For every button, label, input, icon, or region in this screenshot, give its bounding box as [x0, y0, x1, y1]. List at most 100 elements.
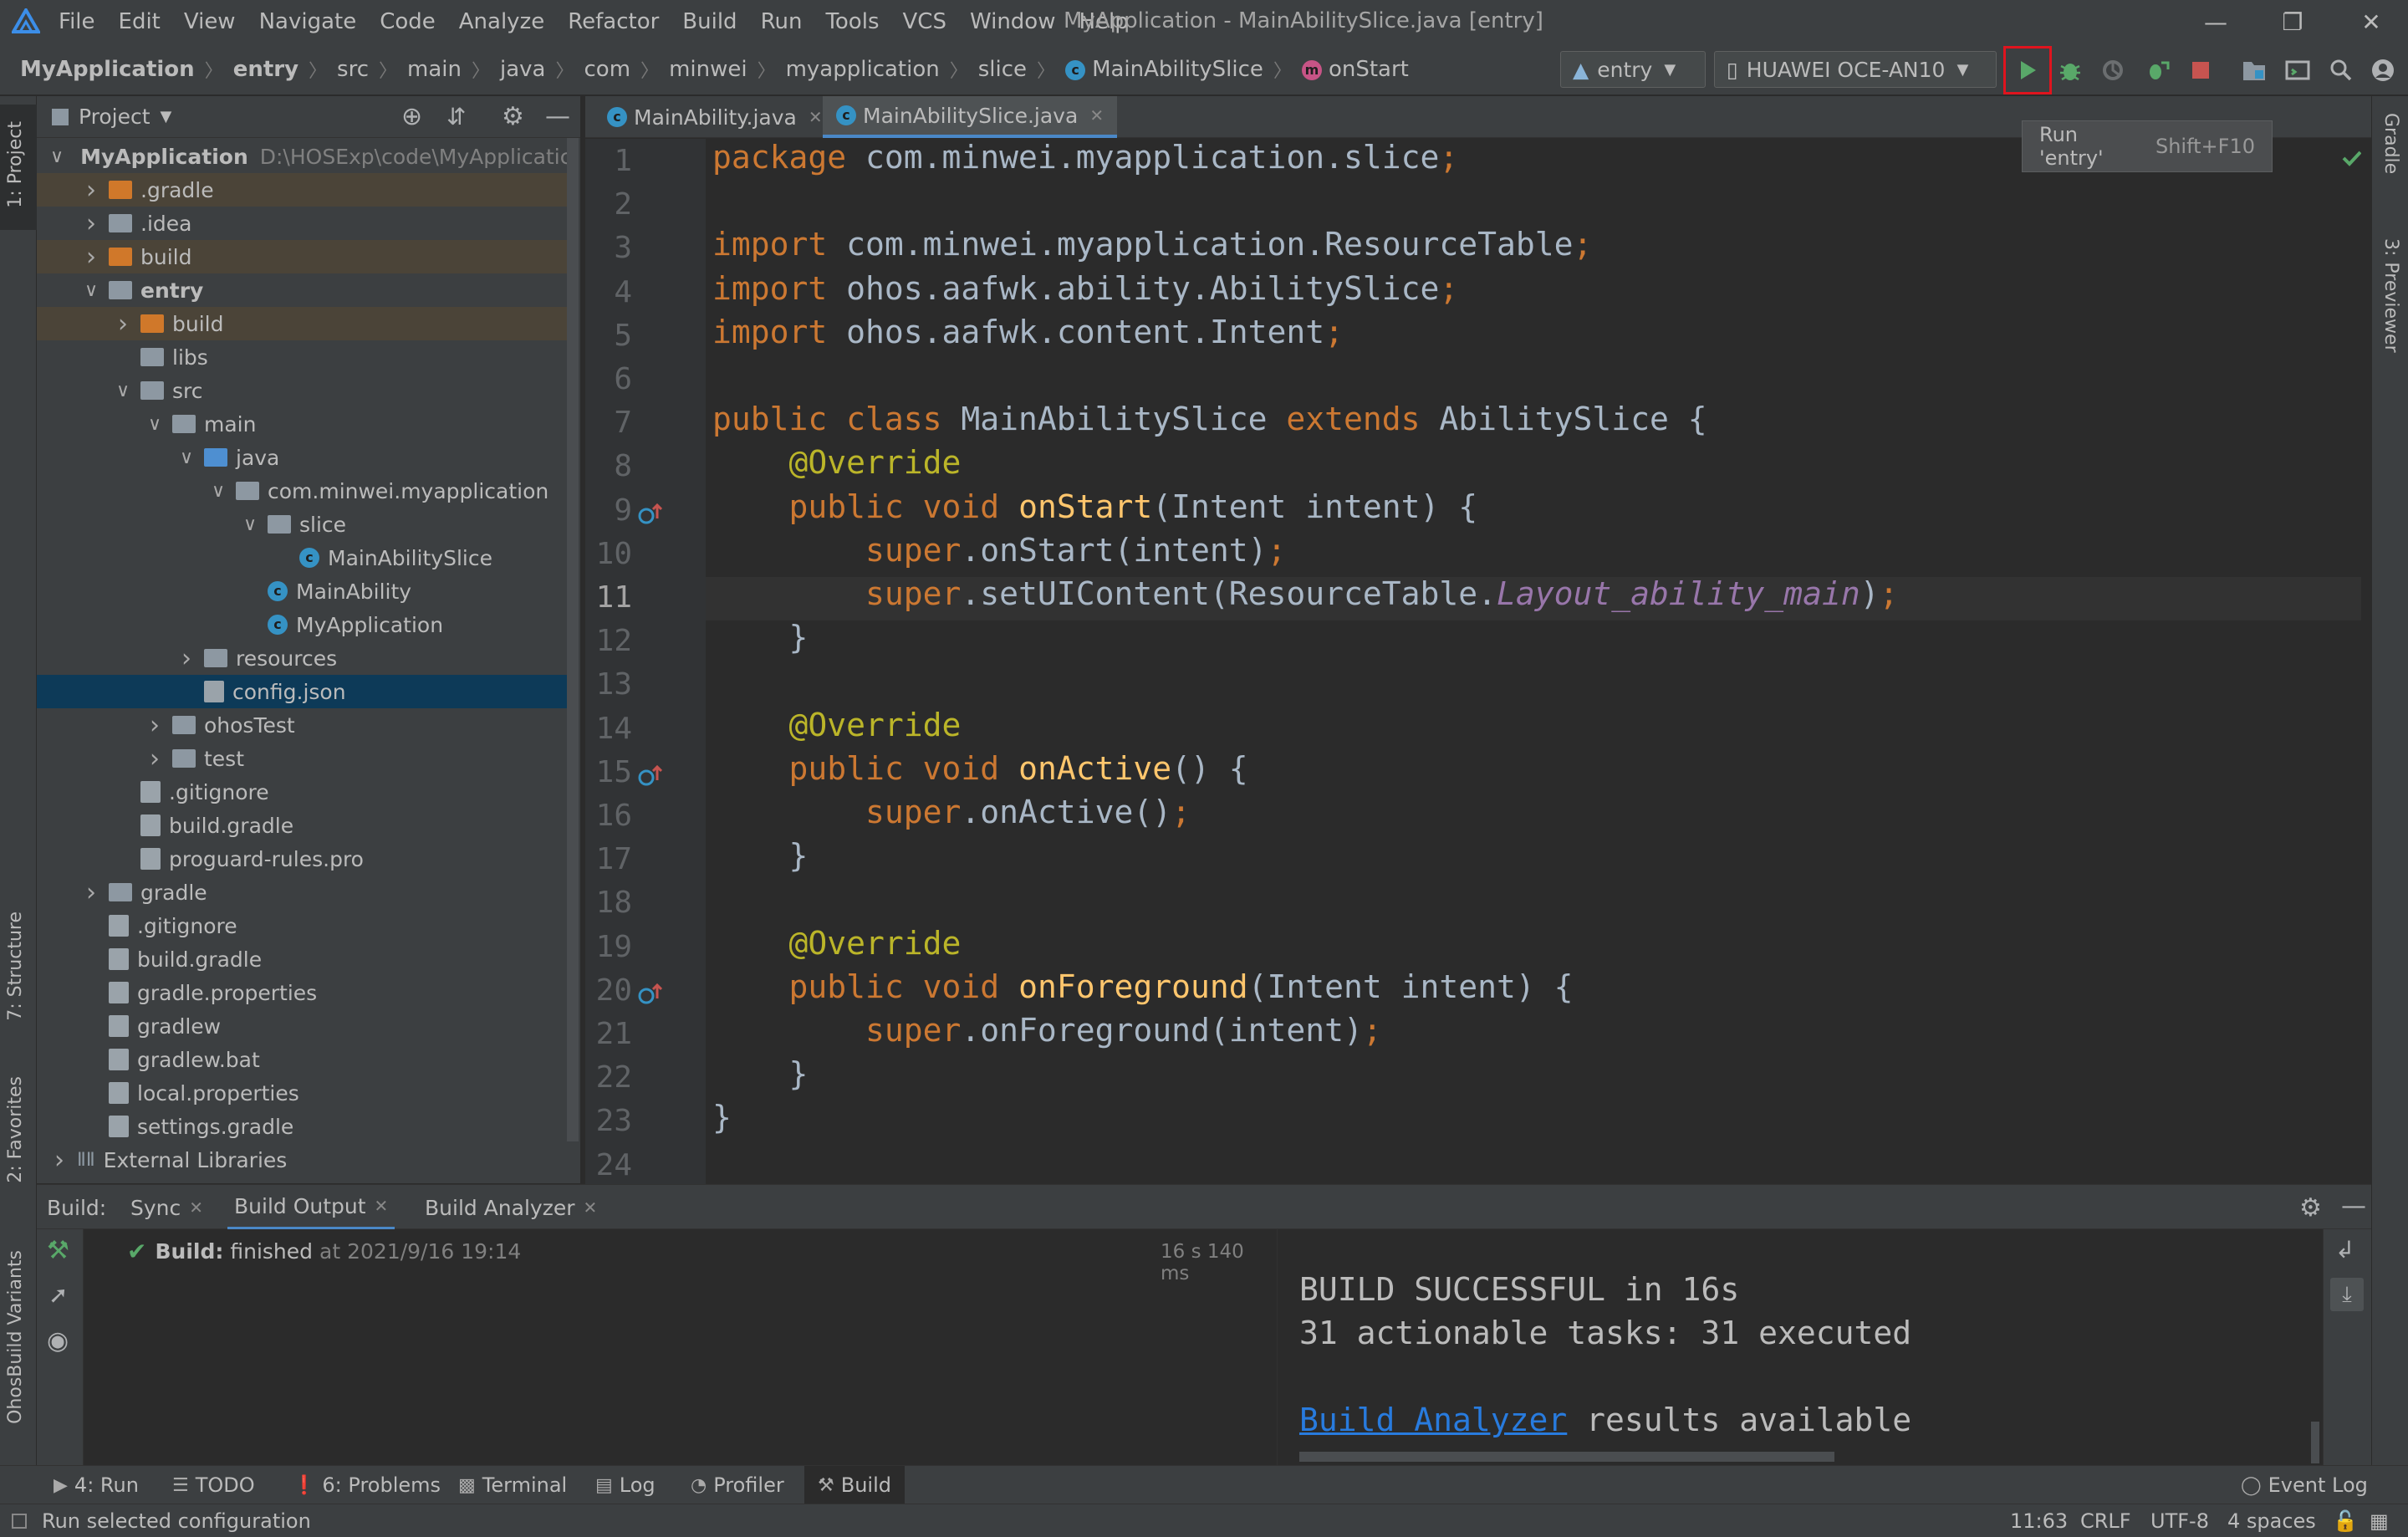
menu-edit[interactable]: Edit: [119, 9, 161, 34]
override-method-icon[interactable]: [637, 763, 662, 789]
tree-item[interactable]: gradlew.bat: [37, 1043, 569, 1076]
tree-item[interactable]: › .gradle: [37, 173, 569, 207]
close-tab-icon[interactable]: ✕: [809, 107, 823, 127]
breadcrumb-item[interactable]: java: [500, 57, 545, 82]
account-button[interactable]: [2366, 54, 2400, 87]
tree-item[interactable]: › ⅡⅡ External Libraries: [37, 1143, 569, 1177]
breadcrumb-item[interactable]: entry: [233, 57, 298, 82]
chevron-right-icon[interactable]: ›: [177, 644, 196, 673]
line-separator[interactable]: CRLF: [2080, 1504, 2131, 1537]
gradle-tool-tab[interactable]: Gradle: [2380, 113, 2401, 174]
build-tool-tab[interactable]: ⚒ Build: [804, 1466, 905, 1504]
tree-item[interactable]: c MainAbility: [37, 574, 569, 608]
menu-navigate[interactable]: Navigate: [259, 9, 357, 34]
tree-item[interactable]: .gitignore: [37, 775, 569, 809]
restore-button[interactable]: ❐: [2268, 7, 2318, 37]
chevron-right-icon[interactable]: ›: [50, 1146, 69, 1175]
chevron-right-icon[interactable]: ›: [145, 744, 164, 774]
tree-item[interactable]: proguard-rules.pro: [37, 842, 569, 876]
chevron-down-icon[interactable]: ∨: [50, 146, 64, 167]
close-tab-icon[interactable]: ✕: [189, 1197, 203, 1218]
close-tab-icon[interactable]: ✕: [375, 1196, 389, 1216]
scroll-to-end-icon[interactable]: ⤓: [2330, 1278, 2364, 1311]
tree-item[interactable]: › gradle: [37, 876, 569, 909]
breadcrumb-item[interactable]: slice: [978, 57, 1027, 82]
breadcrumb-item[interactable]: minwei: [669, 57, 747, 82]
chevron-right-icon[interactable]: ›: [114, 309, 132, 339]
console-horizontal-scrollbar[interactable]: [1299, 1452, 1834, 1462]
override-method-icon[interactable]: [637, 502, 662, 527]
chevron-right-icon[interactable]: ›: [82, 176, 100, 205]
menu-code[interactable]: Code: [380, 9, 436, 34]
chevron-down-icon[interactable]: ∨: [177, 447, 196, 468]
run-tool-tab[interactable]: ▶ 4: Run: [54, 1466, 139, 1504]
breadcrumb-item[interactable]: c MainAbilitySlice: [1065, 57, 1263, 82]
tree-item[interactable]: › build: [37, 307, 569, 340]
breadcrumb-item[interactable]: m onStart: [1301, 57, 1409, 82]
profiler-tool-tab[interactable]: ◔ Profiler: [691, 1466, 784, 1504]
build-result-row[interactable]: ✔ Build: finished at 2021/9/16 19:14: [127, 1234, 521, 1268]
editor-tab[interactable]: c MainAbilitySlice.java ✕: [823, 96, 1118, 138]
tree-item[interactable]: › resources: [37, 641, 569, 675]
breadcrumb-item[interactable]: com: [584, 57, 631, 82]
project-structure-button[interactable]: [2237, 54, 2271, 87]
chevron-right-icon[interactable]: ›: [82, 243, 100, 272]
gear-icon[interactable]: ⚙: [2299, 1193, 2322, 1223]
hammer-icon[interactable]: ⚒: [47, 1236, 69, 1265]
tree-item[interactable]: ∨ entry: [37, 273, 569, 307]
tree-item[interactable]: ∨ java: [37, 441, 569, 474]
file-encoding[interactable]: UTF-8: [2150, 1504, 2209, 1537]
menu-file[interactable]: File: [59, 9, 95, 34]
previewer-tool-tab[interactable]: 3: Previewer: [2380, 238, 2401, 353]
project-view-selector[interactable]: Project: [79, 105, 150, 129]
run-button[interactable]: [2003, 46, 2052, 94]
tree-item[interactable]: build.gradle: [37, 809, 569, 842]
chevron-down-icon[interactable]: ∨: [114, 380, 132, 401]
indent-setting[interactable]: 4 spaces: [2227, 1504, 2316, 1537]
build-panel-tab[interactable]: Sync ✕: [130, 1185, 203, 1230]
chevron-down-icon[interactable]: ∨: [82, 280, 100, 301]
hide-panel-icon[interactable]: —: [545, 102, 570, 131]
breadcrumb-item[interactable]: main: [407, 57, 462, 82]
search-button[interactable]: [2324, 54, 2358, 87]
soft-wrap-icon[interactable]: ↲: [2335, 1236, 2354, 1264]
toggle-tool-windows-icon[interactable]: [12, 1514, 27, 1529]
run-config-dropdown[interactable]: ▲ entry ▼: [1560, 51, 1706, 88]
chevron-right-icon[interactable]: ›: [82, 878, 100, 907]
event-log-tool-tab[interactable]: ◯ Event Log: [2241, 1466, 2368, 1504]
menu-analyze[interactable]: Analyze: [459, 9, 544, 34]
eye-icon[interactable]: ◉: [47, 1326, 69, 1356]
build-panel-tab[interactable]: Build Analyzer ✕: [425, 1185, 597, 1230]
project-tree-scrollbar[interactable]: [567, 138, 579, 1141]
collapse-all-icon[interactable]: ⇵: [446, 103, 466, 130]
attach-debugger-button[interactable]: [2140, 54, 2174, 87]
close-tab-icon[interactable]: ✕: [1089, 105, 1104, 125]
minimize-button[interactable]: —: [2191, 7, 2241, 37]
tree-item[interactable]: › build: [37, 240, 569, 273]
structure-tool-tab[interactable]: 7: Structure: [5, 911, 26, 1021]
tree-item[interactable]: c MyApplication: [37, 608, 569, 641]
terminal-tool-tab[interactable]: ▩ Terminal: [458, 1466, 567, 1504]
pin-icon[interactable]: ➚: [48, 1281, 68, 1309]
menu-tools[interactable]: Tools: [825, 9, 879, 34]
menu-vcs[interactable]: VCS: [903, 9, 946, 34]
code-editor[interactable]: package com.minwei.myapplication.slice; i…: [706, 139, 2361, 1184]
tree-item[interactable]: › test: [37, 742, 569, 775]
favorites-tool-tab[interactable]: 2: Favorites: [5, 1076, 26, 1183]
menu-refactor[interactable]: Refactor: [568, 9, 659, 34]
tree-item[interactable]: gradle.properties: [37, 976, 569, 1009]
tree-item[interactable]: ∨ main: [37, 407, 569, 441]
close-window-button[interactable]: ✕: [2346, 7, 2396, 37]
tree-item[interactable]: c MainAbilitySlice: [37, 541, 569, 574]
todo-tool-tab[interactable]: ☰ TODO: [172, 1466, 255, 1504]
chevron-down-icon[interactable]: ∨: [209, 481, 227, 502]
tree-item[interactable]: ∨ slice: [37, 508, 569, 541]
chevron-down-icon[interactable]: ∨: [145, 414, 164, 435]
editor-tab[interactable]: c MainAbility.java ✕: [594, 96, 836, 138]
chevron-right-icon[interactable]: ›: [82, 209, 100, 238]
breadcrumb-item[interactable]: myapplication: [786, 57, 940, 82]
build-analyzer-link[interactable]: Build Analyzer: [1299, 1402, 1567, 1438]
breadcrumb-item[interactable]: MyApplication: [20, 57, 195, 82]
profile-button[interactable]: [2097, 54, 2130, 87]
menu-run[interactable]: Run: [761, 9, 803, 34]
